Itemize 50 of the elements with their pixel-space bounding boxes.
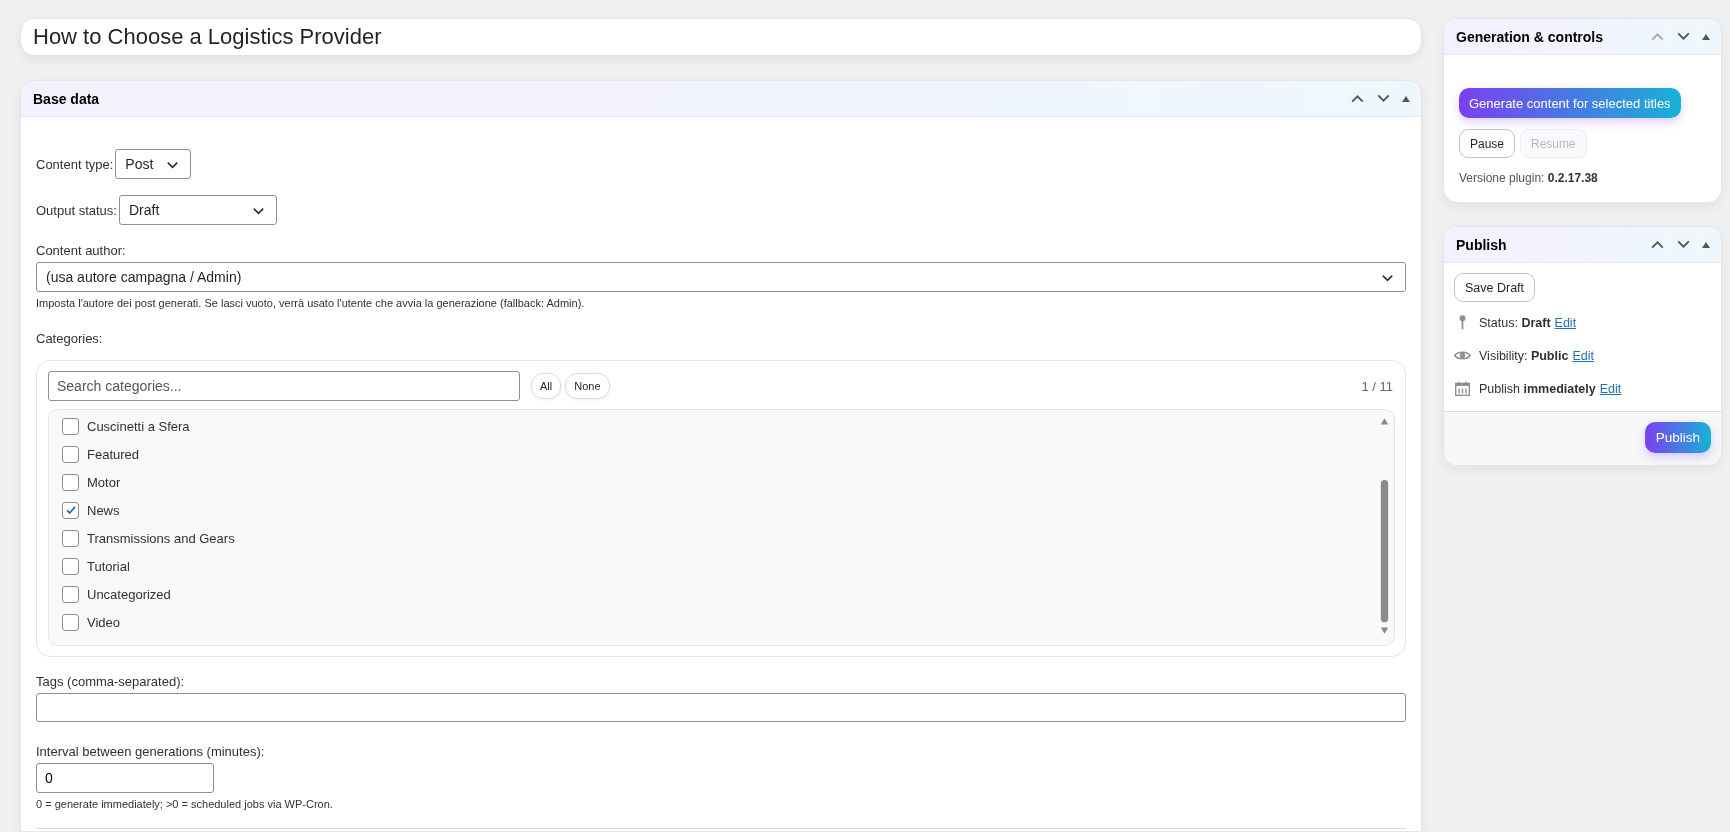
category-label: News [87, 502, 120, 518]
checkbox[interactable] [62, 613, 79, 631]
interval-field[interactable]: 0 [36, 763, 214, 793]
pause-button[interactable]: Pause [1459, 129, 1516, 158]
content-type-select[interactable]: Post [115, 149, 192, 179]
category-label: Cuscinetti a Sfera [87, 418, 190, 434]
edit-link[interactable]: Edit [1599, 381, 1622, 396]
version-text: Versione plugin: 0.2.17.38 [1459, 171, 1598, 185]
publish-info-text: Status: Draft [1479, 315, 1551, 330]
checkbox[interactable] [62, 445, 79, 463]
publish-info-text: Publish immediately [1479, 381, 1596, 396]
checkbox[interactable] [62, 529, 79, 547]
save-draft-button[interactable]: Save Draft [1454, 273, 1536, 302]
select-none-button[interactable]: None [565, 373, 610, 399]
calendar-icon [1454, 380, 1471, 397]
panel-title: Publish [1456, 236, 1507, 253]
help-text: 0 = generate immediately; >0 = scheduled jobs via WP-Cron. [36, 798, 334, 810]
category-label: Featured [87, 446, 140, 462]
field-label: Categories: [36, 331, 104, 346]
publish-info-text: Visibility: Public [1479, 348, 1569, 363]
scrollbar-drawing[interactable] [1379, 415, 1390, 637]
category-label: Transmissions and Gears [87, 530, 235, 546]
checkbox[interactable] [62, 417, 79, 435]
field-label: Interval between generations (minutes): [36, 744, 266, 759]
category-label: Uncategorized [87, 586, 171, 602]
panel-title: Generation & controls [1456, 28, 1604, 45]
help-text: Imposta l'autore dei post generati. Se lasci vuoto, verrà usato l'utente che avvia la generazione (fallback: Admin). [36, 297, 586, 309]
select-all-button[interactable]: All [531, 373, 562, 399]
panel-title: Base data [33, 90, 100, 107]
category-label: Video [87, 614, 120, 630]
output-status-select[interactable]: Draft [118, 195, 277, 225]
field-label: Output status: [36, 202, 117, 218]
field-label: Content author: [36, 243, 127, 258]
checkbox[interactable] [62, 473, 79, 491]
count-text: 1 / 11 [1361, 378, 1394, 394]
field-label: Content type: [36, 156, 114, 172]
checkbox[interactable] [62, 557, 79, 575]
content-author-select[interactable]: (usa autore campagna / Admin) [36, 262, 1406, 292]
category-label: Motor [87, 474, 121, 490]
checkbox[interactable] [62, 585, 79, 603]
generate-button[interactable]: Generate content for selected titles [1459, 88, 1681, 118]
title-field[interactable]: How to Choose a Logistics Provider [20, 18, 1422, 56]
tags-field[interactable] [36, 693, 1406, 722]
checkbox[interactable] [62, 501, 79, 519]
search-field[interactable]: Search categories... [48, 371, 520, 401]
edit-link[interactable]: Edit [1554, 315, 1577, 330]
category-label: Tutorial [87, 558, 130, 574]
edit-link[interactable]: Edit [1572, 348, 1594, 363]
field-label: Tags (comma-separated): [36, 674, 186, 689]
publish-button[interactable]: Publish [1644, 422, 1711, 453]
